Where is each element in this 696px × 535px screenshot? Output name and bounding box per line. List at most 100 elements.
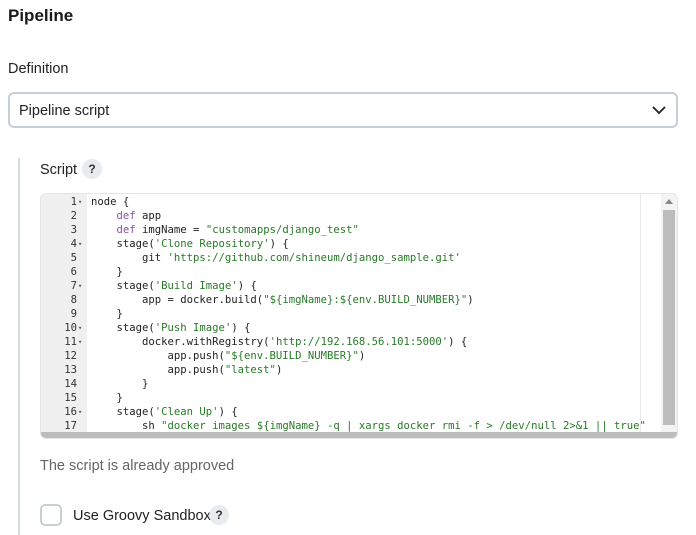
code-token: stage( [116, 322, 155, 334]
code-token: ) { [448, 336, 468, 348]
script-help-icon[interactable]: ? [82, 159, 102, 179]
code-token: ) { [231, 322, 251, 334]
line-number: 4 [70, 238, 77, 250]
vertical-scrollbar[interactable] [661, 194, 677, 434]
code-line[interactable]: 1 ▾ node { [41, 195, 677, 209]
code-text: app = docker.build("${imgName}:${env.BUI… [142, 293, 474, 307]
code-token: git [142, 252, 168, 264]
code-line[interactable]: 8 app = docker.build("${imgName}:${env.BU… [41, 293, 677, 307]
code-string: "${imgName}:${env.BUILD_NUMBER}" [263, 294, 468, 306]
code-line[interactable]: 17 sh "docker images ${imgName} -q | xarg… [41, 419, 677, 433]
line-number: 2 [70, 210, 77, 222]
code-token: } [116, 308, 123, 320]
chevron-down-icon [652, 106, 666, 115]
fold-arrow-icon[interactable]: ▾ [78, 335, 86, 349]
code-line[interactable]: 13 app.push("latest") [41, 363, 677, 377]
code-line[interactable]: 11 ▾ docker.withRegistry('http://192.168.5… [41, 335, 677, 349]
line-number: 5 [70, 252, 77, 264]
code-string: "customapps/django_test" [205, 224, 359, 236]
definition-label: Definition [8, 61, 69, 77]
code-token: ) [467, 294, 474, 306]
script-label: Script [40, 162, 78, 178]
code-text: stage('Build Image') { [117, 279, 257, 293]
fold-arrow-icon[interactable]: ▾ [78, 321, 86, 335]
code-lines: 1 ▾ node {2 def app 3 def imgName = "customap… [41, 195, 677, 438]
fold-arrow-icon[interactable]: ▾ [78, 279, 86, 293]
code-text: } [117, 307, 123, 321]
line-number: 15 [64, 392, 77, 404]
code-line[interactable]: 10 ▾ stage('Push Image') { [41, 321, 677, 335]
code-line[interactable]: 5 git 'https://github.com/shineum/django_… [41, 251, 677, 265]
line-number: 8 [70, 294, 77, 306]
definition-selected-value: Pipeline script [19, 103, 110, 119]
code-text: stage('Push Image') { [117, 321, 251, 335]
code-text: def app [117, 209, 162, 223]
code-text: docker.withRegistry('http://192.168.56.1… [142, 335, 467, 349]
code-line[interactable]: 4 ▾ stage('Clone Repository') { [41, 237, 677, 251]
code-string: "docker images ${imgName} -q | xargs doc… [161, 420, 646, 432]
code-text: def imgName = "customapps/django_test" [117, 223, 359, 237]
code-string: 'Clean Up' [154, 406, 219, 418]
scroll-up-arrow-icon[interactable] [665, 199, 673, 204]
code-line[interactable]: 2 def app [41, 209, 677, 223]
line-number: 13 [64, 364, 77, 376]
code-line[interactable]: 12 app.push("${env.BUILD_NUMBER}") [41, 349, 677, 363]
line-number: 12 [64, 350, 77, 362]
code-keyword: def [116, 224, 136, 236]
code-text: } [142, 377, 148, 391]
line-number: 7 [70, 280, 77, 292]
code-token: ) [358, 350, 366, 362]
definition-select[interactable]: Pipeline script [8, 92, 678, 128]
code-string: 'Clone Repository' [154, 238, 270, 250]
code-line[interactable]: 15} [41, 391, 677, 405]
code-string: "${env.BUILD_NUMBER}" [224, 350, 359, 362]
line-number: 1 [70, 196, 77, 208]
code-token: app.push( [167, 364, 225, 376]
code-line[interactable]: 14} [41, 377, 677, 391]
code-token: } [142, 378, 149, 390]
groovy-sandbox-label[interactable]: Use Groovy Sandbox [73, 508, 211, 524]
code-line[interactable]: 3 def imgName = "customapps/django_test" [41, 223, 677, 237]
code-token: node { [91, 196, 130, 208]
code-line[interactable]: 16 ▾ stage('Clean Up') { [41, 405, 677, 419]
code-string: 'Push Image' [154, 322, 232, 334]
code-token: app = docker.build( [142, 294, 264, 306]
code-text: stage('Clone Repository') { [117, 237, 289, 251]
code-token: } [116, 266, 123, 278]
vertical-scroll-thumb[interactable] [663, 210, 675, 425]
code-token: sh [142, 420, 162, 432]
code-string: 'http://192.168.56.101:5000' [269, 336, 449, 348]
code-line[interactable]: 7 ▾ stage('Build Image') { [41, 279, 677, 293]
code-text: app.push("latest") [168, 363, 283, 377]
code-text: stage('Clean Up') { [117, 405, 238, 419]
horizontal-scrollbar[interactable] [41, 432, 677, 438]
script-editor[interactable]: 1 ▾ node {2 def app 3 def imgName = "customap… [40, 193, 678, 439]
fold-arrow-icon[interactable]: ▾ [78, 405, 86, 419]
fold-arrow-icon[interactable]: ▾ [78, 237, 86, 251]
line-number: 17 [64, 420, 77, 432]
line-number: 3 [70, 224, 77, 236]
code-token: ) { [269, 238, 289, 250]
code-token: stage( [116, 280, 155, 292]
code-line[interactable]: 6} [41, 265, 677, 279]
line-number: 9 [70, 308, 77, 320]
line-number: 11 [64, 336, 77, 348]
code-token: ) { [237, 280, 257, 292]
code-token: imgName = [135, 224, 206, 236]
code-token: ) [275, 364, 283, 376]
code-token: app [135, 210, 162, 222]
code-token: ) { [218, 406, 238, 418]
line-number: 16 [64, 406, 77, 418]
line-number: 6 [70, 266, 77, 278]
code-string: 'https://github.com/shineum/django_sampl… [167, 252, 461, 264]
line-number: 14 [64, 378, 77, 390]
groovy-sandbox-checkbox[interactable] [40, 504, 62, 526]
code-string: "latest" [224, 364, 276, 376]
code-line[interactable]: 9} [41, 307, 677, 321]
code-token: app.push( [167, 350, 225, 362]
code-keyword: def [116, 210, 136, 222]
code-token: } [116, 392, 123, 404]
fold-arrow-icon[interactable]: ▾ [78, 195, 86, 209]
sandbox-help-icon[interactable]: ? [209, 505, 229, 525]
code-text: node { [91, 195, 129, 209]
